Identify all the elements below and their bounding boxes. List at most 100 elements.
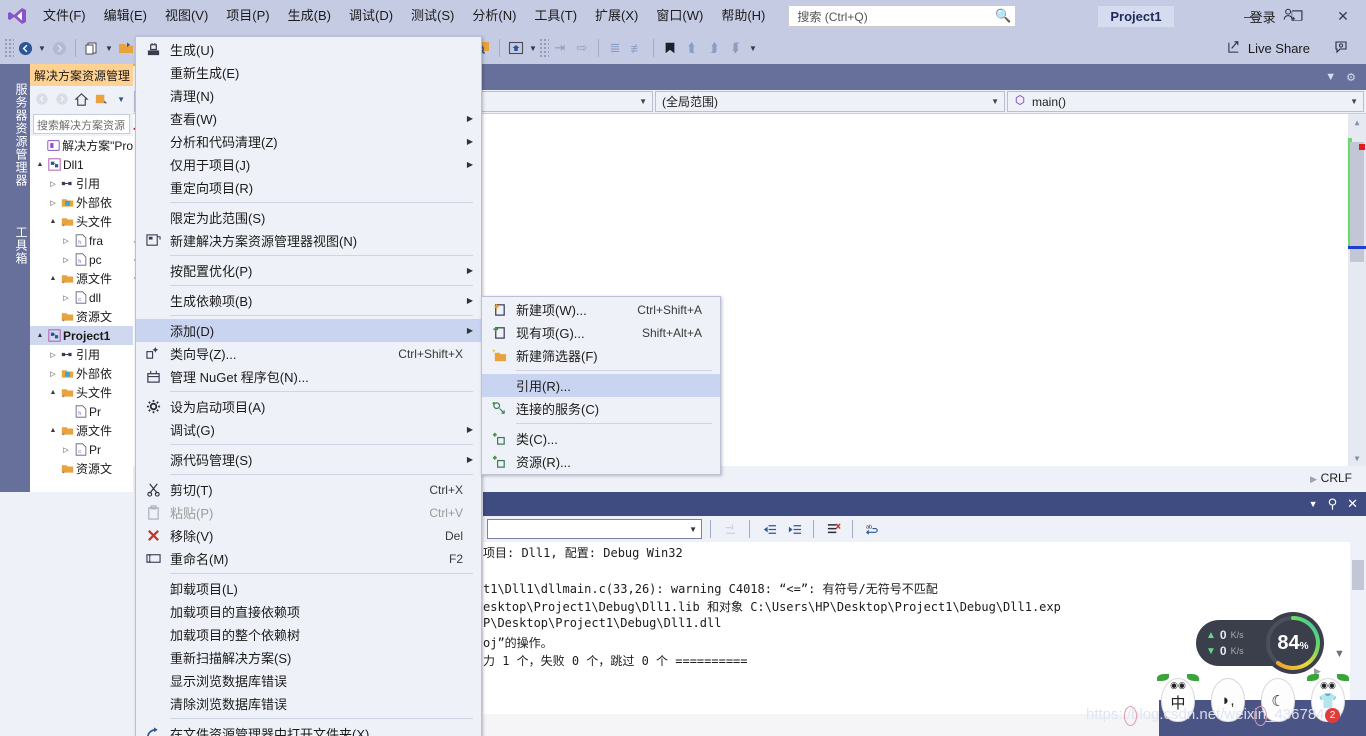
output-prev-message-icon[interactable] bbox=[758, 518, 780, 540]
toolbar-grip-2[interactable] bbox=[538, 38, 549, 58]
maximize-restore-button[interactable]: ❐ bbox=[1274, 0, 1320, 32]
context-menu-item[interactable]: 新建解决方案资源管理器视图(N) bbox=[136, 229, 481, 252]
context-menu-item[interactable]: 分析和代码清理(Z) ▶ bbox=[136, 130, 481, 153]
outdent-icon[interactable]: ≢ bbox=[626, 36, 648, 60]
tree-item[interactable]: ▲ 源文件 bbox=[30, 269, 133, 288]
quick-launch-search[interactable]: 搜索 (Ctrl+Q) 🔍 bbox=[788, 5, 1017, 27]
tree-item[interactable]: ▷ 外部依 bbox=[30, 193, 133, 212]
output-close-icon[interactable]: ✕ bbox=[1347, 496, 1358, 512]
menu-item-tools[interactable]: 工具(T) bbox=[525, 0, 586, 32]
new-project-dropdown-icon[interactable]: ▼ bbox=[103, 36, 115, 60]
solution-explorer-search-input[interactable]: 搜索解决方案资源 bbox=[33, 114, 130, 134]
tree-item[interactable]: ▷ 引用 bbox=[30, 345, 133, 364]
tree-item[interactable]: 资源文 bbox=[30, 459, 133, 478]
context-menu-item[interactable]: 按配置优化(P) ▶ bbox=[136, 259, 481, 282]
output-scrollbar-thumb[interactable] bbox=[1352, 560, 1364, 590]
tree-item[interactable]: ▲ 头文件 bbox=[30, 212, 133, 231]
se-back-icon[interactable] bbox=[33, 89, 51, 109]
menu-item-analyze[interactable]: 分析(N) bbox=[463, 0, 525, 32]
tree-expander-icon[interactable]: ▲ bbox=[34, 161, 46, 168]
cpu-usage-dial[interactable]: 84% bbox=[1262, 612, 1324, 674]
menu-item-view[interactable]: 视图(V) bbox=[156, 0, 217, 32]
tree-item[interactable]: ▲ Dll1 bbox=[30, 155, 133, 174]
navigate-backward-dropdown-icon[interactable]: ▼ bbox=[36, 36, 48, 60]
toolbar-grip[interactable] bbox=[4, 38, 14, 58]
tree-item[interactable]: ▷ h pc bbox=[30, 250, 133, 269]
sidebar-item-toolbox[interactable]: 工具箱 bbox=[0, 210, 30, 280]
new-project-icon[interactable] bbox=[81, 36, 103, 60]
menu-item-project[interactable]: 项目(P) bbox=[217, 0, 278, 32]
context-menu-item[interactable]: 查看(W) ▶ bbox=[136, 107, 481, 130]
context-menu-item[interactable]: 添加(D) ▶ bbox=[136, 319, 481, 342]
tree-item[interactable]: ▷ 外部依 bbox=[30, 364, 133, 383]
scroll-up-icon[interactable]: ▲ bbox=[1348, 114, 1366, 130]
toolbar-overflow-icon[interactable]: ▼ bbox=[747, 36, 759, 60]
se-home-icon[interactable] bbox=[73, 89, 91, 109]
feedback-icon[interactable] bbox=[1334, 32, 1350, 64]
tree-expander-icon[interactable]: ▲ bbox=[47, 389, 59, 396]
widget-collapse-icon[interactable]: ▼ bbox=[1334, 648, 1345, 660]
context-menu-item[interactable]: 加载项目的整个依赖树 bbox=[136, 623, 481, 646]
editor-settings-gear-icon[interactable]: ⚙ bbox=[1346, 71, 1356, 84]
context-menu-item[interactable]: 重新扫描解决方案(S) bbox=[136, 646, 481, 669]
navbar-member-dropdown[interactable]: main() ▼ bbox=[1007, 91, 1364, 112]
submenu-item[interactable]: 新建筛选器(F) bbox=[482, 344, 720, 367]
chevron-down-icon[interactable]: ▼ bbox=[639, 97, 647, 106]
context-menu-item[interactable]: 显示浏览数据库错误 bbox=[136, 669, 481, 692]
tree-expander-icon[interactable]: ▷ bbox=[60, 294, 72, 302]
tree-item[interactable]: ▷ c Pr bbox=[30, 440, 133, 459]
live-share-button[interactable]: Live Share bbox=[1227, 32, 1310, 64]
tree-item[interactable]: ▲ 头文件 bbox=[30, 383, 133, 402]
output-dropdown-icon[interactable]: ▼ bbox=[1309, 499, 1318, 509]
context-menu-item[interactable]: 卸载项目(L) bbox=[136, 577, 481, 600]
tree-expander-icon[interactable]: ▷ bbox=[60, 446, 72, 454]
tree-expander-icon[interactable]: ▷ bbox=[47, 180, 59, 188]
tab-list-dropdown-icon[interactable]: ▼ bbox=[1325, 71, 1336, 83]
context-menu-item[interactable]: 类向导(Z)... Ctrl+Shift+X bbox=[136, 342, 481, 365]
context-menu-item[interactable]: 设为启动项目(A) bbox=[136, 395, 481, 418]
context-menu-item[interactable]: 清理(N) bbox=[136, 84, 481, 107]
menu-item-build[interactable]: 生成(B) bbox=[279, 0, 340, 32]
tree-expander-icon[interactable]: ▲ bbox=[47, 427, 59, 434]
step-over-icon[interactable]: ⇨ bbox=[571, 36, 593, 60]
toggle-word-wrap-icon[interactable]: ab bbox=[861, 518, 883, 540]
sidebar-item-server-explorer[interactable]: 服务器资源管理器 bbox=[0, 72, 30, 198]
chevron-down-icon-2[interactable]: ▼ bbox=[991, 97, 999, 106]
error-marker[interactable] bbox=[1359, 144, 1365, 150]
menu-item-debug[interactable]: 调试(D) bbox=[340, 0, 402, 32]
context-menu-item[interactable]: 清除浏览数据库错误 bbox=[136, 692, 481, 715]
tree-item[interactable]: ▲ Project1 bbox=[30, 326, 133, 345]
context-menu-item[interactable]: 源代码管理(S) ▶ bbox=[136, 448, 481, 471]
submenu-item[interactable]: 连接的服务(C) bbox=[482, 397, 720, 420]
scroll-down-icon[interactable]: ▼ bbox=[1348, 450, 1366, 466]
previous-bookmark-icon[interactable]: ⮬ bbox=[681, 36, 703, 60]
context-menu-item[interactable]: 生成(U) bbox=[136, 38, 481, 61]
navigate-forward-icon[interactable] bbox=[48, 36, 70, 60]
scrollbar-thumb[interactable] bbox=[1350, 142, 1364, 262]
navbar-scope-dropdown[interactable]: (全局范围) ▼ bbox=[655, 91, 1005, 112]
context-menu-item[interactable]: 移除(V) Del bbox=[136, 524, 481, 547]
indent-icon[interactable]: ≣ bbox=[604, 36, 626, 60]
tree-item[interactable]: ▷ 引用 bbox=[30, 174, 133, 193]
navigate-backward-icon[interactable] bbox=[14, 36, 36, 60]
tree-expander-icon[interactable]: ▷ bbox=[47, 351, 59, 359]
context-menu-item[interactable]: 重新生成(E) bbox=[136, 61, 481, 84]
tree-expander-icon[interactable]: ▷ bbox=[47, 199, 59, 207]
context-menu-item[interactable]: 在文件资源管理器中打开文件夹(X) bbox=[136, 722, 481, 736]
se-view-dropdown-icon[interactable]: ▼ bbox=[112, 89, 130, 109]
tree-item[interactable]: ▷ c dll bbox=[30, 288, 133, 307]
output-pin-icon[interactable]: ⚲ bbox=[1328, 496, 1338, 512]
tree-item[interactable]: ▷ h fra bbox=[30, 231, 133, 250]
tree-expander-icon[interactable]: ▲ bbox=[34, 332, 46, 339]
tree-item[interactable]: ▲ 源文件 bbox=[30, 421, 133, 440]
close-button[interactable]: ✕ bbox=[1320, 0, 1366, 32]
output-next-message-icon[interactable] bbox=[783, 518, 805, 540]
se-new-view-icon[interactable] bbox=[92, 89, 110, 109]
output-source-combo[interactable]: ▼ bbox=[487, 519, 702, 539]
clear-output-icon[interactable] bbox=[822, 518, 844, 540]
menu-item-edit[interactable]: 编辑(E) bbox=[95, 0, 156, 32]
context-menu-item[interactable]: 管理 NuGet 程序包(N)... bbox=[136, 365, 481, 388]
menu-item-help[interactable]: 帮助(H) bbox=[712, 0, 774, 32]
tree-expander-icon[interactable]: ▲ bbox=[47, 218, 59, 225]
context-menu-item[interactable]: 仅用于项目(J) ▶ bbox=[136, 153, 481, 176]
